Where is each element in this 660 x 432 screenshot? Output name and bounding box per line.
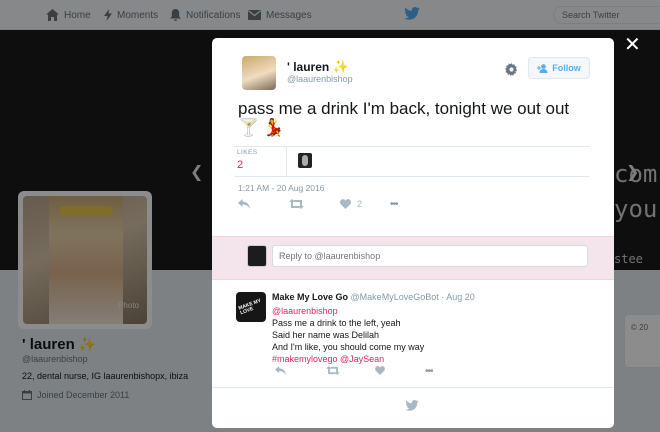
reply-author-handle[interactable]: @MakeMyLoveGoBot <box>351 292 439 302</box>
reply-mention[interactable]: @laaurenbishop <box>272 305 424 317</box>
likes-count[interactable]: 2 <box>237 159 243 171</box>
reply-icon <box>275 366 286 375</box>
tweet-text: pass me a drink I'm back, tonight we out… <box>238 99 570 118</box>
heart-icon <box>340 199 351 209</box>
reply-retweet-button[interactable] <box>326 366 340 375</box>
likes-label: LIKES <box>237 149 258 156</box>
reply-reply-button[interactable] <box>275 366 286 375</box>
heart-icon <box>375 366 385 375</box>
add-user-icon <box>537 63 548 73</box>
reply-hashtags[interactable]: #makemylovego @JaySean <box>272 353 424 365</box>
tweet-date[interactable]: 1:21 AM - 20 Aug 2016 <box>238 183 324 193</box>
liker-avatar[interactable] <box>298 153 312 168</box>
author-avatar[interactable] <box>242 56 276 90</box>
author-name-text: ' lauren <box>287 60 330 74</box>
reply-author-avatar[interactable]: MAKE MY LOVE <box>236 292 266 322</box>
reply-box <box>212 236 614 280</box>
reply-icon <box>238 199 250 209</box>
author-name[interactable]: ' lauren ✨ <box>287 59 349 75</box>
reply-line-3: And I'm like, you should come my way <box>272 342 425 352</box>
reply-text: @laaurenbishop Pass me a drink to the le… <box>272 305 424 365</box>
reply-date[interactable]: Aug 20 <box>446 292 475 302</box>
more-dots-icon: ••• <box>390 198 398 210</box>
reply-header: Make My Love Go @MakeMyLoveGoBot · Aug 2… <box>272 292 475 302</box>
reply-tweet[interactable]: MAKE MY LOVE Make My Love Go @MakeMyLove… <box>212 280 614 388</box>
current-user-avatar[interactable] <box>247 245 267 267</box>
reply-line-1: Pass me a drink to the left, yeah <box>272 318 401 328</box>
author-handle[interactable]: @laaurenbishop <box>287 74 353 84</box>
like-button[interactable]: 2 <box>340 199 362 209</box>
cocktail-emoji: 🍸 <box>238 118 260 137</box>
stats-separator <box>286 146 287 176</box>
retweet-icon <box>326 366 340 375</box>
follow-label: Follow <box>552 63 581 73</box>
reply-more-button[interactable]: ••• <box>425 366 433 377</box>
tweet-emojis: 🍸 💃 <box>238 118 284 138</box>
reply-author-name[interactable]: Make My Love Go <box>272 292 348 302</box>
avatar-text: MAKE MY LOVE <box>237 297 262 317</box>
gear-icon[interactable] <box>505 63 518 76</box>
dancer-emoji: 💃 <box>263 118 285 137</box>
close-icon[interactable]: ✕ <box>624 35 641 55</box>
like-count: 2 <box>357 199 363 209</box>
sparkle-icon: ✨ <box>332 59 349 74</box>
reply-like-button[interactable] <box>375 366 385 375</box>
stats-divider-bottom <box>234 176 590 177</box>
more-dots-icon: ••• <box>425 366 433 377</box>
retweet-button[interactable] <box>289 199 304 209</box>
stats-divider-top <box>234 146 590 147</box>
retweet-icon <box>289 199 304 209</box>
reply-separator: · <box>441 292 445 302</box>
reply-input[interactable] <box>272 245 588 267</box>
more-button[interactable]: ••• <box>390 199 398 210</box>
follow-button[interactable]: Follow <box>528 57 590 79</box>
reply-button[interactable] <box>238 199 250 209</box>
tweet-modal: ' lauren ✨ @laaurenbishop Follow pass me… <box>212 38 614 428</box>
reply-line-2: Said her name was Delilah <box>272 330 380 340</box>
twitter-bird-icon <box>405 400 419 411</box>
